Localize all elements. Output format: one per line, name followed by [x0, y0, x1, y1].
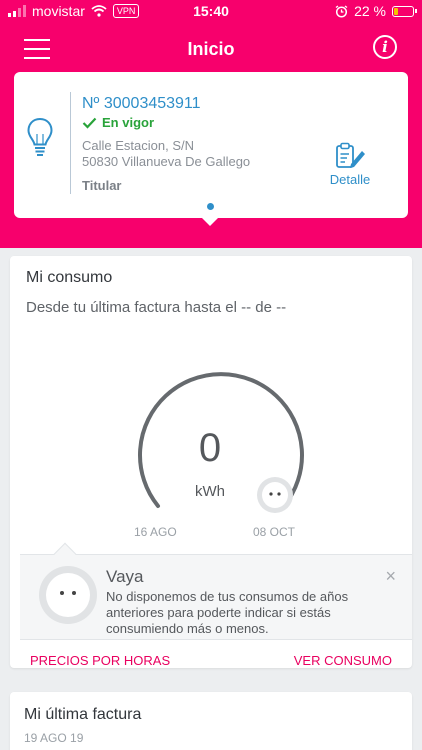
consumption-card: Mi consumo Desde tu última factura hasta… [10, 256, 412, 668]
close-icon[interactable]: × [385, 567, 396, 585]
last-invoice-card[interactable]: Mi última factura 19 AGO 19 [10, 692, 412, 750]
clipboard-edit-icon [336, 142, 365, 168]
message-title: Vaya [106, 567, 144, 586]
battery-icon [392, 5, 417, 17]
check-icon [82, 117, 97, 129]
battery-percent: 22 % [354, 3, 386, 19]
consumption-subtitle: Desde tu última factura hasta el -- de -… [26, 299, 287, 316]
info-icon[interactable]: i [373, 35, 397, 59]
lightbulb-icon [27, 117, 53, 156]
contract-number: Nº 30003453911 [82, 95, 201, 112]
detail-label: Detalle [329, 172, 371, 187]
consumption-unit: kWh [195, 483, 225, 500]
address-line-2: 50830 Villanueva De Gallego [82, 154, 251, 169]
neutral-face-icon [257, 477, 293, 513]
holder-role: Titular [82, 178, 122, 193]
invoice-title: Mi última factura [24, 706, 142, 723]
neutral-face-icon [39, 566, 97, 624]
info-message: Vaya No disponemos de tus consumos de añ… [20, 542, 412, 640]
page-title: Inicio [187, 39, 235, 59]
view-consumption-link[interactable]: VER CONSUMO [294, 653, 392, 668]
card-pointer [201, 217, 219, 226]
start-date: 16 AGO [134, 525, 177, 539]
detail-button[interactable]: Detalle [326, 142, 374, 187]
pager-dot [207, 203, 214, 210]
divider [70, 92, 71, 194]
alarm-icon [335, 4, 348, 18]
address-line-1: Calle Estacion, S/N [82, 138, 194, 153]
invoice-date: 19 AGO 19 [24, 731, 84, 745]
supply-card[interactable]: Nº 30003453911 En vigor Calle Estacion, … [14, 72, 408, 218]
contract-status: En vigor [82, 115, 154, 130]
end-date: 08 OCT [253, 525, 296, 539]
message-caret [53, 542, 77, 566]
message-body: No disponemos de tus consumos de años an… [106, 589, 349, 636]
status-label: En vigor [102, 115, 155, 130]
consumption-value: 0 [198, 426, 222, 470]
consumption-title: Mi consumo [26, 269, 113, 286]
hourly-prices-link[interactable]: PRECIOS POR HORAS [30, 653, 170, 668]
status-bar: movistar VPN 15:40 22 % [0, 0, 422, 24]
status-right: 22 % [335, 3, 417, 19]
